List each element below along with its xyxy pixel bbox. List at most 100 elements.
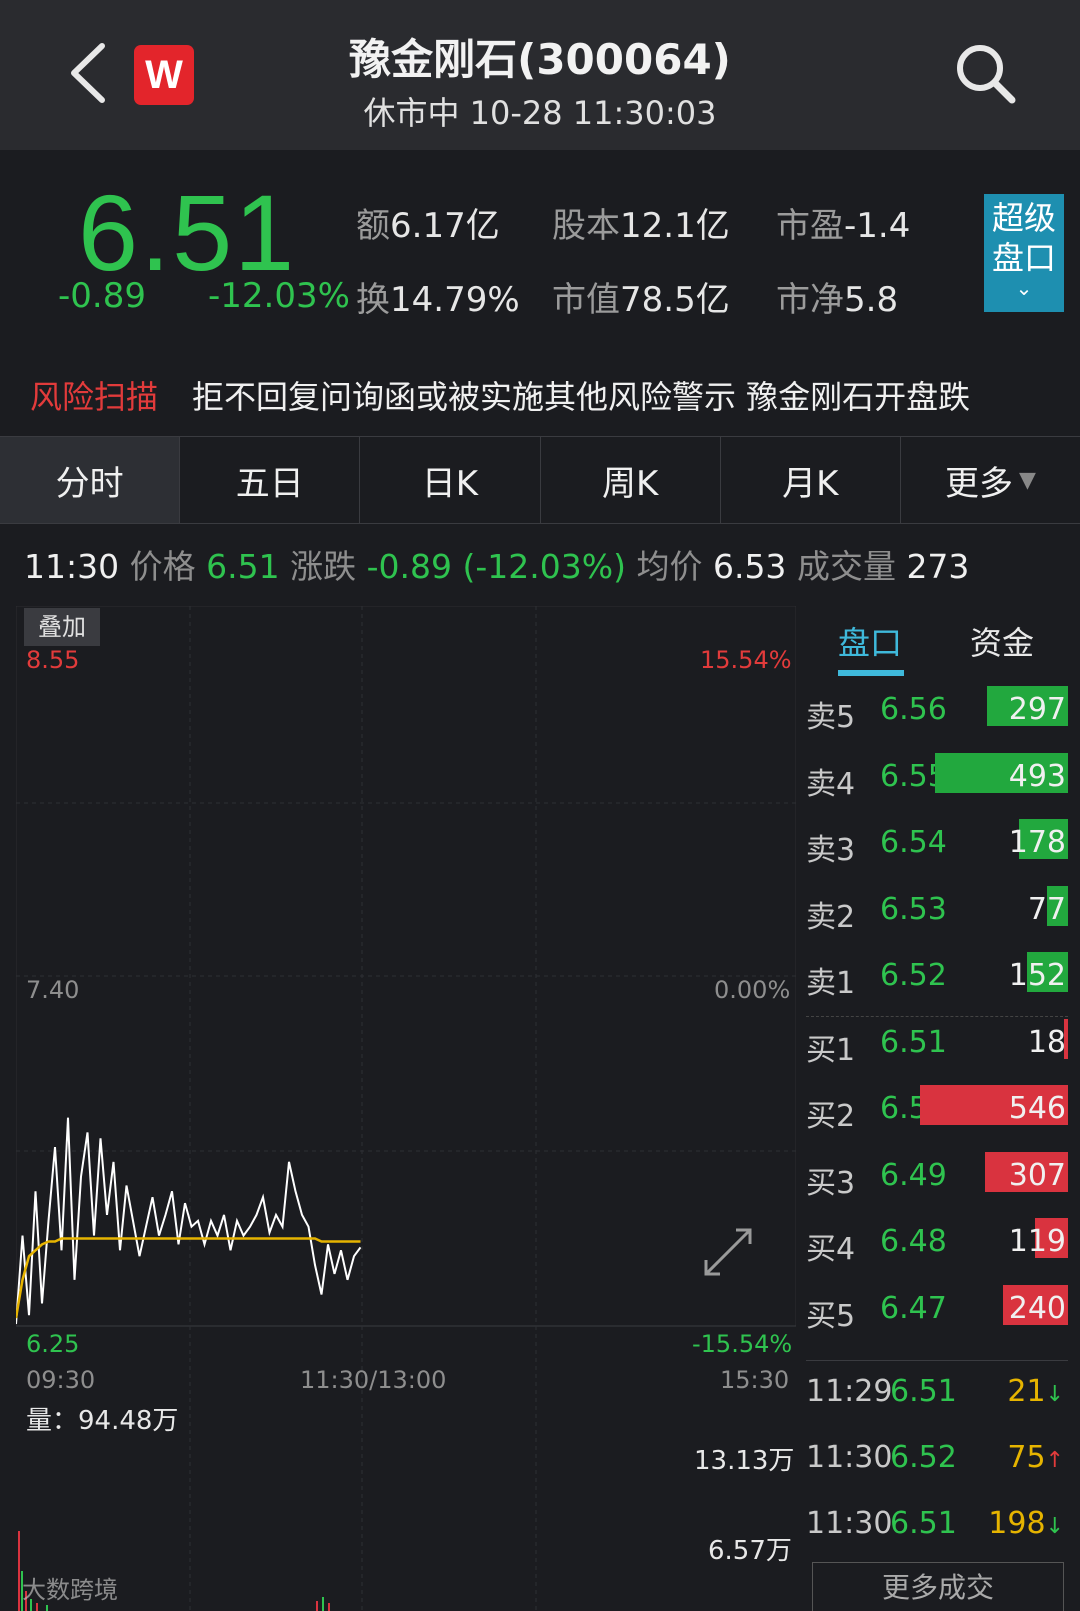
- volume-label: 量：94.48万: [26, 1406, 179, 1436]
- book-price: 6.48: [880, 1224, 947, 1259]
- volume-bar: [316, 1601, 318, 1611]
- book-volume: 240: [1008, 1290, 1066, 1326]
- stock-detail-screen: W 豫金刚石(300064) 休市中 10-28 11:30:03 6.51 -…: [0, 0, 1080, 1611]
- tab-more[interactable]: 更多 ▼: [901, 437, 1080, 523]
- trade-row: 11:30 6.52 75↑: [806, 1440, 1068, 1490]
- info-volume: 273: [906, 547, 970, 586]
- order-book-row[interactable]: 卖4 6.55 493: [806, 752, 1068, 803]
- order-book-row[interactable]: 卖1 6.52 152: [806, 952, 1068, 1002]
- tab-monthly-k[interactable]: 月K: [721, 437, 901, 523]
- app-logo-icon[interactable]: W: [134, 45, 194, 105]
- volume-bar: [322, 1597, 324, 1611]
- tab-five-day[interactable]: 五日: [180, 437, 361, 523]
- pct-axis-high: 15.54%: [700, 646, 792, 674]
- book-volume: 493: [1008, 758, 1066, 794]
- overlay-button[interactable]: 叠加: [24, 608, 100, 646]
- book-side-label: 卖2: [806, 899, 856, 935]
- order-book-row[interactable]: 买3 6.49 307: [806, 1151, 1068, 1202]
- super-label-2: 盘口: [991, 239, 1056, 277]
- book-side-label: 买1: [806, 1032, 856, 1068]
- trade-direction-icon: ↑: [1045, 1448, 1064, 1473]
- crosshair-info-line: 11:30 价格 6.51 涨跌 -0.89 (-12.03%) 均价 6.53…: [24, 540, 1074, 590]
- chevron-down-icon: ⌄: [1015, 276, 1033, 300]
- order-book-row[interactable]: 卖3 6.54 178: [806, 819, 1068, 869]
- chart-period-tabs: 分时 五日 日K 周K 月K 更多 ▼: [0, 436, 1080, 524]
- volume-axis-mid: 6.57万: [708, 1536, 792, 1566]
- tab-intraday[interactable]: 分时: [0, 437, 181, 523]
- book-price: 6.52: [880, 958, 947, 993]
- risk-tag: 风险扫描: [30, 378, 159, 416]
- risk-text: 拒不回复问询函或被实施其他风险警示 豫金刚石开盘跌: [192, 378, 971, 416]
- stat-pb-ratio: 市净5.8: [776, 280, 899, 320]
- volume-bar: [18, 1531, 20, 1611]
- trade-volume: 198↓: [988, 1506, 1064, 1541]
- intraday-chart[interactable]: [16, 606, 796, 1611]
- book-price: 6.53: [880, 891, 947, 927]
- stat-share-capital: 股本12.1亿: [552, 206, 730, 246]
- trade-time: 11:30: [806, 1506, 893, 1541]
- market-status: 休市中 10-28 11:30:03: [363, 94, 717, 132]
- tab-more-label: 更多: [944, 463, 1013, 504]
- book-price: 6.56: [880, 692, 947, 727]
- tab-daily-k[interactable]: 日K: [360, 437, 541, 523]
- header-bar: W 豫金刚石(300064) 休市中 10-28 11:30:03: [0, 0, 1080, 150]
- book-volume: 77: [1027, 891, 1066, 927]
- back-arrow-icon[interactable]: [60, 38, 120, 108]
- book-volume: 546: [1008, 1091, 1066, 1126]
- active-tab-underline: [838, 670, 904, 676]
- pct-axis-low: -15.54%: [692, 1330, 793, 1358]
- book-side-label: 买4: [806, 1232, 856, 1267]
- book-price: 6.54: [880, 825, 947, 860]
- search-icon[interactable]: [950, 38, 1020, 108]
- stat-turnover-rate: 换14.79%: [356, 280, 520, 320]
- risk-scan-ticker[interactable]: 风险扫描 拒不回复问询函或被实施其他风险警示 豫金刚石开盘跌: [0, 372, 1080, 422]
- order-book-row[interactable]: 卖2 6.53 77: [806, 885, 1068, 936]
- info-volume-label: 成交量: [796, 547, 896, 586]
- book-volume: 297: [1008, 692, 1066, 727]
- dropdown-triangle-icon: ▼: [1018, 467, 1036, 493]
- order-book-row[interactable]: 买1 6.51 18: [806, 1018, 1068, 1069]
- trade-direction-icon: ↓: [1045, 1382, 1064, 1407]
- book-volume: 178: [1008, 825, 1066, 860]
- info-change-label: 涨跌: [290, 547, 357, 586]
- super-label-1: 超级: [991, 199, 1056, 237]
- watermark: 大数跨境: [22, 1576, 118, 1604]
- quote-panel: 6.51 -0.89 -12.03% 额6.17亿 股本12.1亿 市盈-1.4…: [0, 150, 1080, 350]
- book-price: 6.49: [880, 1157, 947, 1193]
- stat-market-cap: 市值78.5亿: [552, 280, 730, 320]
- x-axis-end: 15:30: [720, 1366, 790, 1394]
- order-book-row[interactable]: 买2 6.50 546: [806, 1085, 1068, 1135]
- trade-row: 11:29 6.51 21↓: [806, 1374, 1068, 1424]
- book-side-label: 卖5: [806, 700, 856, 735]
- info-avg: 6.53: [712, 547, 787, 586]
- volume-bar: [328, 1603, 330, 1611]
- order-book-row[interactable]: 买5 6.47 240: [806, 1284, 1068, 1335]
- y-axis-low: 6.25: [26, 1330, 80, 1358]
- volume-bar: [46, 1605, 48, 1611]
- order-book-row[interactable]: 买4 6.48 119: [806, 1218, 1068, 1268]
- book-price: 6.51: [880, 1024, 947, 1060]
- x-axis-mid: 11:30/13:00: [300, 1366, 447, 1394]
- trade-row: 11:30 6.51 198↓: [806, 1506, 1068, 1556]
- tab-weekly-k[interactable]: 周K: [541, 437, 721, 523]
- trade-time: 11:30: [806, 1440, 893, 1475]
- info-change: -0.89 (-12.03%): [366, 547, 626, 586]
- book-volume: 18: [1027, 1024, 1066, 1060]
- tab-order-book[interactable]: 盘口: [838, 618, 902, 664]
- more-trades-button[interactable]: 更多成交: [812, 1562, 1064, 1611]
- order-book-row[interactable]: 卖5 6.56 297: [806, 686, 1068, 736]
- info-price: 6.51: [206, 547, 280, 586]
- stat-turnover-amount: 额6.17亿: [356, 206, 500, 246]
- book-side-label: 卖1: [806, 966, 856, 1001]
- stat-pe-ratio: 市盈-1.4: [776, 206, 911, 246]
- tab-capital-flow[interactable]: 资金: [970, 618, 1034, 664]
- book-side-label: 买5: [806, 1298, 856, 1334]
- super-order-book-button[interactable]: 超级 盘口 ⌄: [984, 194, 1064, 312]
- trade-direction-icon: ↓: [1045, 1514, 1064, 1539]
- book-divider: [806, 1016, 1068, 1017]
- price-change: -0.89: [58, 276, 146, 316]
- book-side-label: 买3: [806, 1165, 856, 1201]
- book-price: 6.47: [880, 1290, 947, 1326]
- trade-volume: 75↑: [1007, 1440, 1064, 1475]
- y-axis-mid: 7.40: [26, 976, 80, 1004]
